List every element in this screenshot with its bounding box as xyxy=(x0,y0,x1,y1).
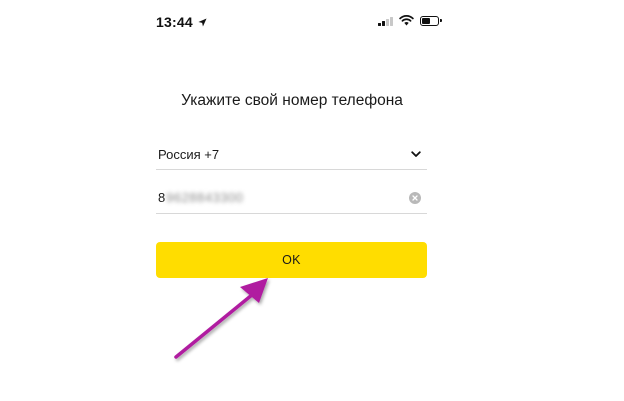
phone-number-prefix: 8 xyxy=(158,190,166,205)
location-arrow-icon xyxy=(198,17,207,27)
country-select-label: Россия +7 xyxy=(158,147,220,162)
phone-number-value[interactable]: 8 9628843300 xyxy=(156,190,244,205)
status-bar-icons xyxy=(378,15,442,26)
page-title: Укажите свой номер телефона xyxy=(181,92,403,109)
ok-button[interactable]: OK xyxy=(156,242,427,278)
battery-icon xyxy=(419,15,442,26)
phone-number-field[interactable]: 8 9628843300 xyxy=(156,182,427,214)
wifi-icon xyxy=(398,15,414,26)
phone-number-blurred: 9628843300 xyxy=(166,190,244,205)
cellular-signal-icon xyxy=(378,16,393,26)
status-bar-time: 13:44 xyxy=(156,14,207,30)
time-label: 13:44 xyxy=(156,14,193,30)
phone-screen: 13:44 Укажите свой номер телефона Россия… xyxy=(0,0,624,401)
country-select[interactable]: Россия +7 xyxy=(156,140,427,170)
chevron-down-icon xyxy=(411,151,421,157)
clear-input-icon[interactable] xyxy=(409,191,421,204)
